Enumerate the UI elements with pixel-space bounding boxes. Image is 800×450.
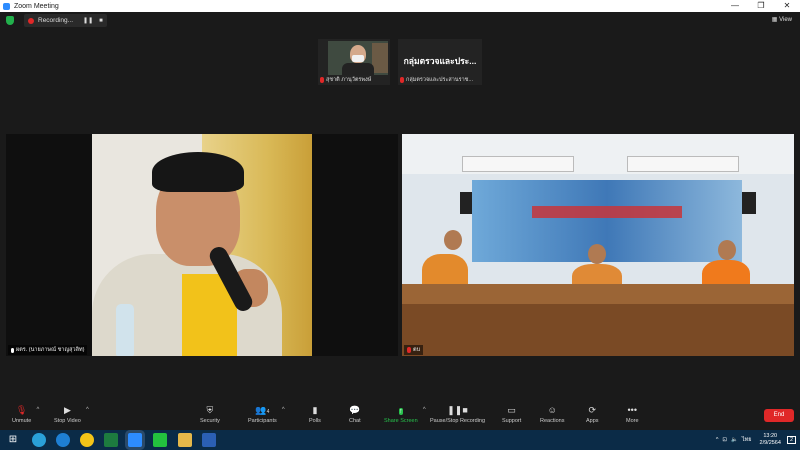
notification-count: 2 bbox=[789, 437, 793, 443]
tile-name: ผตร. (นายภาษณ์ ชาญสุวลิท) bbox=[16, 347, 85, 353]
video-options-caret[interactable]: ^ bbox=[86, 407, 89, 413]
view-label: View bbox=[779, 17, 792, 23]
video-tile-room[interactable]: ตบ bbox=[402, 134, 794, 356]
participant-video bbox=[328, 41, 388, 75]
meeting-toolbar: 🎙 Unmute ^ ▶ Stop Video ^ ⛨ Security 👥4 … bbox=[0, 400, 800, 430]
close-button[interactable]: ✕ bbox=[774, 0, 800, 12]
window-title: Zoom Meeting bbox=[14, 2, 59, 10]
polls-icon: ▮ bbox=[312, 405, 318, 415]
mic-icon bbox=[11, 347, 14, 353]
view-button[interactable]: ▦ View bbox=[772, 16, 792, 23]
participant-name: กลุ่มตรวจและประสานราช... bbox=[406, 77, 473, 83]
volume-icon[interactable]: 🔈 bbox=[731, 437, 738, 443]
participants-icon: 👥4 bbox=[255, 405, 270, 415]
unmute-button[interactable]: 🎙 Unmute ^ bbox=[12, 405, 39, 424]
tile-name: ตบ bbox=[413, 347, 421, 353]
speaker-video bbox=[92, 134, 312, 356]
recording-label: Recording... bbox=[38, 17, 74, 24]
file-explorer-icon[interactable] bbox=[178, 433, 192, 447]
participants-count: 4 bbox=[266, 409, 270, 415]
mic-off-icon: 🎙 bbox=[15, 405, 28, 415]
taskbar-clock[interactable]: 13:20 2/9/2564 bbox=[760, 433, 781, 447]
reactions-icon: ☺ bbox=[547, 405, 557, 415]
support-icon: ▭ bbox=[507, 405, 516, 415]
video-camera-icon: ▶ bbox=[63, 405, 71, 415]
end-meeting-button[interactable]: End bbox=[764, 409, 794, 422]
chat-icon: 💬 bbox=[349, 405, 361, 415]
tray-chevron-icon[interactable]: ^ bbox=[716, 437, 719, 443]
share-screen-button[interactable]: ↑ Share Screen ^ bbox=[384, 405, 426, 424]
support-button[interactable]: ▭ Support bbox=[502, 405, 521, 424]
security-button[interactable]: ⛨ Security bbox=[200, 405, 220, 424]
pause-recording-icon[interactable]: ❚❚ bbox=[83, 17, 93, 24]
pause-stop-recording-button[interactable]: ❚❚■ Pause/Stop Recording bbox=[430, 405, 485, 424]
recording-dot-icon bbox=[28, 17, 34, 24]
windows-taskbar: ⊞ ^ ⊡ 🔈 ไทย 13:20 2/9/2564 2 bbox=[0, 430, 800, 450]
window-titlebar: Zoom Meeting — ❐ ✕ bbox=[0, 0, 800, 12]
maximize-button[interactable]: ❐ bbox=[748, 0, 774, 12]
shield-icon: ⛨ bbox=[206, 405, 214, 415]
network-icon[interactable]: ⊡ bbox=[722, 437, 727, 443]
chat-button[interactable]: 💬 Chat bbox=[349, 405, 361, 424]
line-icon[interactable] bbox=[153, 433, 167, 447]
chrome-icon[interactable] bbox=[80, 433, 94, 447]
participants-options-caret[interactable]: ^ bbox=[282, 407, 285, 413]
participant-name-label: กลุ่มตรวจและประสานราช... bbox=[400, 76, 473, 84]
tile-name-label: ตบ bbox=[404, 345, 424, 355]
more-button[interactable]: ••• More bbox=[626, 405, 639, 424]
participant-name-label: สุชาติ ภานุวัตรพงษ์ bbox=[320, 76, 371, 84]
mic-muted-icon bbox=[407, 347, 411, 353]
edge-browser-icon[interactable] bbox=[32, 433, 46, 447]
polls-button[interactable]: ▮ Polls bbox=[309, 405, 321, 424]
windows-start-icon[interactable]: ⊞ bbox=[6, 433, 20, 447]
input-language[interactable]: ไทย bbox=[742, 436, 752, 444]
zoom-app-icon bbox=[3, 2, 10, 10]
clock-time: 13:20 bbox=[763, 433, 778, 439]
system-tray: ^ ⊡ 🔈 ไทย 13:20 2/9/2564 2 bbox=[716, 430, 800, 450]
zoom-taskbar-icon[interactable] bbox=[128, 433, 142, 447]
recording-controls-icon: ❚❚■ bbox=[447, 405, 468, 415]
recording-indicator: Recording... ❚❚ ■ bbox=[24, 14, 107, 27]
more-icon: ••• bbox=[627, 405, 637, 415]
participants-button[interactable]: 👥4 Participants ^ bbox=[248, 405, 285, 424]
audio-options-caret[interactable]: ^ bbox=[36, 407, 39, 413]
participant-thumbnail[interactable]: สุชาติ ภานุวัตรพงษ์ bbox=[318, 39, 390, 85]
participant-name: สุชาติ ภานุวัตรพงษ์ bbox=[326, 77, 372, 83]
mic-muted-icon bbox=[320, 77, 324, 83]
reactions-button[interactable]: ☺ Reactions bbox=[540, 405, 564, 424]
participant-thumbnail[interactable]: กลุ่มตรวจและประ... กลุ่มตรวจและประสานราช… bbox=[398, 39, 482, 85]
notification-center-icon[interactable]: 2 bbox=[786, 436, 796, 444]
apps-icon: ⟳ bbox=[588, 405, 597, 415]
tile-name-label: ผตร. (นายภาษณ์ ชาญสุวลิท) bbox=[8, 345, 88, 355]
apps-button[interactable]: ⟳ Apps bbox=[586, 405, 599, 424]
meeting-topbar: Recording... ❚❚ ■ ▦ View bbox=[0, 12, 800, 30]
share-screen-icon: ↑ bbox=[399, 408, 403, 415]
excel-icon[interactable] bbox=[104, 433, 118, 447]
video-tile-speaker[interactable]: ผตร. (นายภาษณ์ ชาญสุวลิท) bbox=[6, 134, 398, 356]
word-icon[interactable] bbox=[202, 433, 216, 447]
share-options-caret[interactable]: ^ bbox=[423, 407, 426, 413]
clock-date: 2/9/2564 bbox=[759, 440, 781, 446]
stop-recording-icon[interactable]: ■ bbox=[99, 18, 103, 24]
stop-video-button[interactable]: ▶ Stop Video ^ bbox=[54, 405, 89, 424]
room-video bbox=[402, 134, 794, 356]
encryption-shield-icon[interactable] bbox=[6, 16, 14, 25]
mic-muted-icon bbox=[400, 77, 404, 83]
edge-icon[interactable] bbox=[56, 433, 70, 447]
participant-display-name: กลุ่มตรวจและประ... bbox=[403, 56, 477, 66]
minimize-button[interactable]: — bbox=[722, 0, 748, 12]
